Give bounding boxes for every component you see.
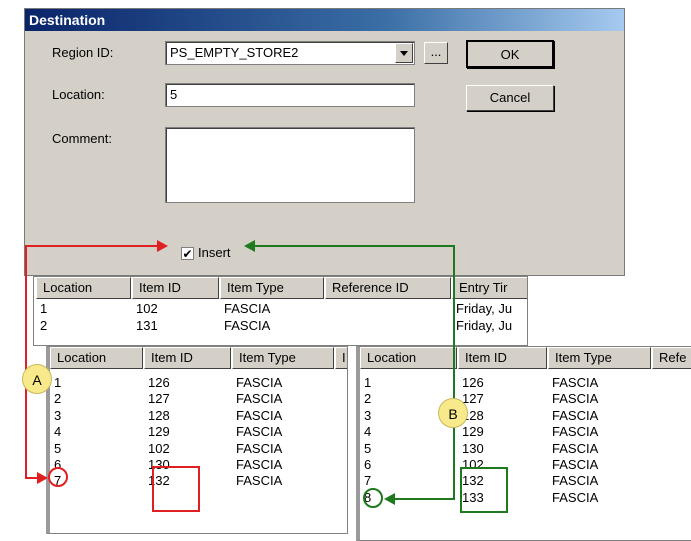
green-arrow: [254, 245, 455, 500]
red-arrow: [25, 245, 158, 479]
green-arrowhead-insert: [244, 240, 255, 252]
callout-b: B: [438, 398, 468, 428]
red-arrowhead-insert: [157, 240, 168, 252]
callout-a: A: [22, 364, 52, 394]
red-arrowhead-location: [37, 472, 48, 484]
annotation-arrows: [25, 240, 455, 505]
green-arrowhead-location: [384, 493, 395, 505]
